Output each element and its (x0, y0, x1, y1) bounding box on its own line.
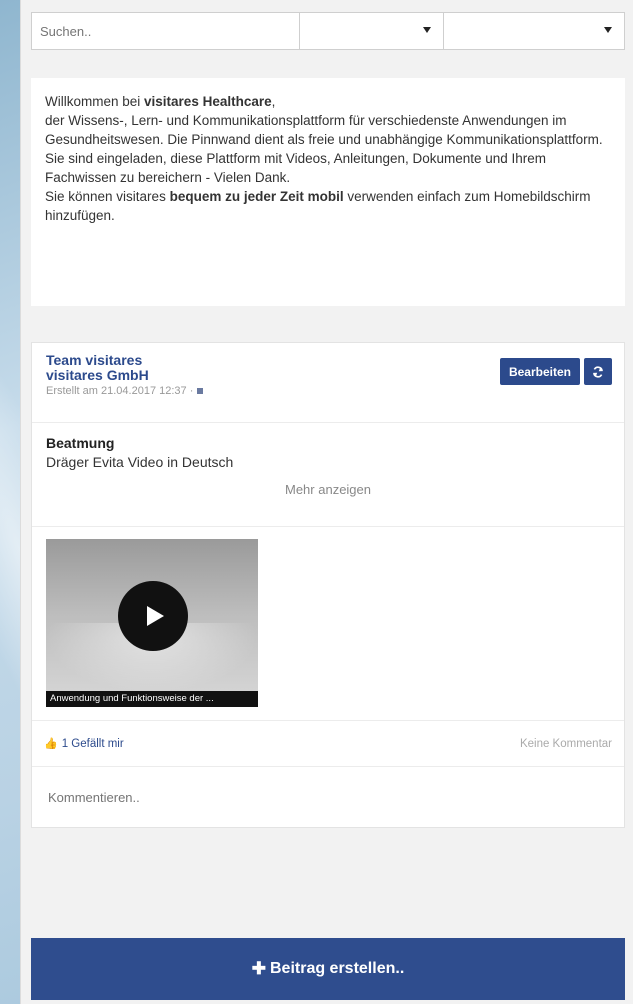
create-post-label: Beitrag erstellen.. (269, 960, 405, 977)
filter-select-2[interactable] (444, 13, 624, 49)
comment-row (32, 767, 624, 829)
refresh-icon (593, 365, 603, 378)
show-more-link[interactable]: Mehr anzeigen (46, 482, 610, 497)
comment-input[interactable] (48, 790, 608, 805)
video-caption: Anwendung und Funktionsweise der ... (46, 691, 258, 707)
post-date-text: Erstellt am 21.04.2017 12:37 · (46, 385, 194, 397)
like-count: 1 Gefällt mir (61, 737, 124, 750)
dropdown-caret-icon (423, 27, 431, 33)
post-stats: 👍 1 Gefällt mir Keine Kommentar (32, 721, 624, 767)
play-button[interactable] (118, 581, 188, 651)
mobile-prefix: Sie können visitares (45, 189, 170, 204)
mobile-bold: bequem zu jeder Zeit mobil (169, 189, 344, 204)
post-card: Team visitares visitares GmbH Erstellt a… (31, 342, 625, 828)
welcome-card: Willkommen bei visitares Healthcare, der… (31, 78, 625, 306)
video-thumbnail[interactable]: Anwendung und Funktionsweise der ... (46, 539, 258, 707)
play-icon (147, 606, 164, 626)
post-date: Erstellt am 21.04.2017 12:37 · (46, 385, 610, 397)
like-button[interactable]: 👍 1 Gefällt mir (44, 737, 124, 751)
dropdown-caret-icon (604, 27, 612, 33)
welcome-suffix: , (271, 94, 276, 109)
post-header: Team visitares visitares GmbH Erstellt a… (32, 343, 624, 423)
welcome-mobile-line: Sie können visitares bequem zu jeder Zei… (45, 187, 611, 225)
visibility-icon (197, 388, 204, 394)
filter-select-1[interactable] (300, 13, 444, 49)
create-post-button[interactable]: ✚ Beitrag erstellen.. (31, 938, 625, 1000)
post-body: Beatmung Dräger Evita Video in Deutsch M… (32, 423, 624, 527)
post-title: Beatmung (46, 435, 115, 451)
search-input[interactable] (32, 13, 300, 49)
welcome-line: Willkommen bei visitares Healthcare, (45, 92, 611, 111)
welcome-paragraph: der Wissens-, Lern- und Kommunikationspl… (45, 113, 603, 185)
welcome-prefix: Willkommen bei (45, 94, 145, 109)
welcome-brand: visitares Healthcare (144, 94, 272, 109)
comment-count[interactable]: Keine Kommentar (520, 738, 612, 750)
thumbs-up-icon: 👍 (44, 738, 58, 750)
plus-icon: ✚ (251, 959, 266, 978)
refresh-button[interactable] (584, 358, 612, 385)
post-media: Anwendung und Funktionsweise der ... (32, 527, 624, 721)
edit-button[interactable]: Bearbeiten (499, 358, 580, 385)
filter-bar (31, 12, 625, 50)
post-subtitle: Dräger Evita Video in Deutsch (46, 454, 234, 470)
pinboard-page: Willkommen bei visitares Healthcare, der… (20, 0, 633, 1004)
